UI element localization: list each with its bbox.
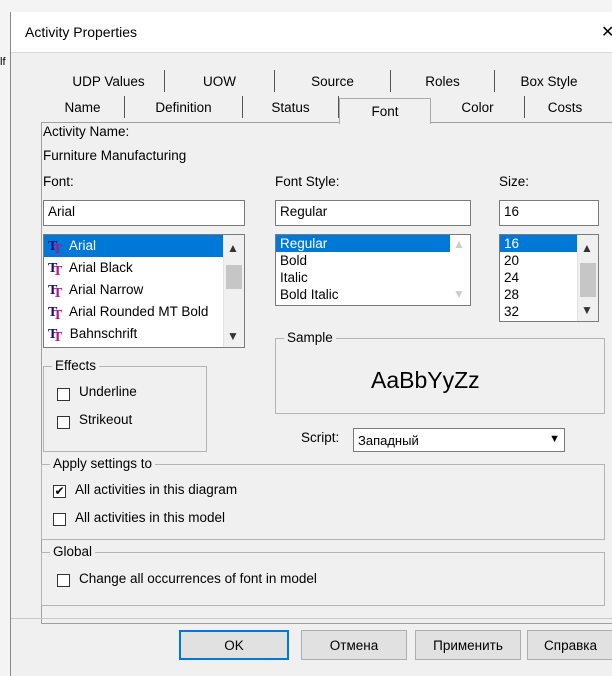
all-activities-model-label: All activities in this model bbox=[75, 510, 226, 525]
sample-text: AaBbYyZz bbox=[371, 367, 480, 393]
strikeout-label: Strikeout bbox=[79, 412, 133, 427]
effects-group: Effects bbox=[43, 358, 207, 452]
scrollbar-thumb[interactable] bbox=[226, 265, 242, 289]
ok-button[interactable]: OK bbox=[179, 630, 289, 660]
font-list-item[interactable]: TT Arial Black bbox=[44, 257, 244, 279]
tab-box-style[interactable]: Box Style bbox=[495, 70, 603, 92]
script-select[interactable]: Западный ▼ bbox=[353, 428, 565, 452]
tab-udp-values[interactable]: UDP Values bbox=[53, 70, 165, 92]
change-all-occurrences-checkbox[interactable] bbox=[57, 574, 70, 587]
font-list-scrollbar[interactable]: ▲ ▼ bbox=[223, 235, 244, 347]
global-label: Global bbox=[50, 544, 96, 559]
truetype-font-icon: TT bbox=[48, 261, 63, 279]
help-button[interactable]: Справка bbox=[527, 630, 612, 660]
apply-settings-label: Apply settings to bbox=[50, 456, 156, 471]
script-value: Западный bbox=[358, 433, 419, 448]
tab-color[interactable]: Color bbox=[431, 96, 525, 118]
dialog-title: Activity Properties bbox=[25, 24, 138, 40]
font-style-item[interactable]: Bold Italic bbox=[276, 286, 470, 303]
font-list-item[interactable]: TT Arial Narrow bbox=[44, 279, 244, 301]
apply-button[interactable]: Применить bbox=[415, 630, 521, 660]
all-activities-model-checkbox[interactable] bbox=[53, 513, 66, 526]
font-style-scrollbar[interactable]: ▲ ▼ bbox=[450, 235, 470, 305]
font-style-item[interactable]: Bold bbox=[276, 252, 470, 269]
activity-properties-dialog: Activity Properties ✕ UDP Values UOW Sou… bbox=[10, 12, 612, 676]
tab-uow[interactable]: UOW bbox=[165, 70, 275, 92]
change-all-occurrences-label: Change all occurrences of font in model bbox=[79, 571, 317, 586]
tab-roles[interactable]: Roles bbox=[391, 70, 495, 92]
font-list-item[interactable]: TT Arial Rounded MT Bold bbox=[44, 301, 244, 323]
size-input[interactable]: 16 bbox=[499, 200, 599, 226]
strikeout-checkbox[interactable] bbox=[57, 416, 70, 429]
font-list-item[interactable]: TT Arial bbox=[44, 235, 244, 257]
truetype-font-icon: TT bbox=[48, 239, 63, 257]
chevron-up-icon[interactable]: ▲ bbox=[581, 241, 593, 255]
all-activities-diagram-label: All activities in this diagram bbox=[75, 482, 238, 497]
chevron-down-icon[interactable]: ▼ bbox=[227, 329, 239, 343]
truetype-font-icon: TT bbox=[48, 283, 63, 301]
truetype-font-icon: TT bbox=[48, 327, 63, 345]
tab-font[interactable]: Font bbox=[339, 98, 431, 124]
truetype-font-icon: TT bbox=[48, 305, 63, 323]
underline-label: Underline bbox=[79, 384, 137, 399]
font-style-item[interactable]: Italic bbox=[276, 269, 470, 286]
chevron-up-icon[interactable]: ▲ bbox=[453, 237, 465, 251]
script-label: Script: bbox=[301, 430, 340, 445]
activity-name-value: Furniture Manufacturing bbox=[43, 148, 187, 163]
tab-definition[interactable]: Definition bbox=[125, 96, 243, 118]
underline-checkbox[interactable] bbox=[57, 388, 70, 401]
tab-name[interactable]: Name bbox=[41, 96, 125, 118]
apply-settings-group: Apply settings to bbox=[41, 456, 605, 540]
size-label: Size: bbox=[499, 174, 530, 189]
font-style-input[interactable]: Regular bbox=[275, 200, 471, 226]
sample-label: Sample bbox=[284, 330, 336, 345]
footer-divider bbox=[11, 618, 612, 619]
font-style-item[interactable]: Regular bbox=[276, 235, 470, 252]
dropdown-arrow-icon[interactable]: ▼ bbox=[549, 433, 560, 445]
effects-label: Effects bbox=[52, 358, 100, 373]
chevron-up-icon[interactable]: ▲ bbox=[227, 241, 239, 255]
activity-name-label: Activity Name: bbox=[43, 124, 130, 139]
font-list[interactable]: TT Arial TT Arial Black TT Arial Narrow … bbox=[43, 234, 245, 348]
font-style-label: Font Style: bbox=[275, 174, 340, 189]
background-left-stub: lf bbox=[0, 56, 6, 68]
size-list[interactable]: 16 20 24 28 32 ▲ ▼ bbox=[499, 234, 599, 322]
close-icon[interactable]: ✕ bbox=[601, 22, 612, 42]
chevron-down-icon[interactable]: ▼ bbox=[453, 287, 465, 301]
font-label: Font: bbox=[43, 174, 74, 189]
size-scrollbar[interactable]: ▲ ▼ bbox=[577, 235, 598, 321]
font-list-item[interactable]: TT Bahnschrift bbox=[44, 323, 244, 345]
font-style-list[interactable]: Regular Bold Italic Bold Italic ▲ ▼ bbox=[275, 234, 471, 306]
all-activities-diagram-checkbox[interactable]: ✔ bbox=[53, 485, 66, 498]
title-bar: Activity Properties ✕ bbox=[11, 12, 612, 53]
cancel-button[interactable]: Отмена bbox=[301, 630, 407, 660]
tab-costs[interactable]: Costs bbox=[525, 96, 605, 118]
tab-source[interactable]: Source bbox=[275, 70, 391, 92]
chevron-down-icon[interactable]: ▼ bbox=[581, 303, 593, 317]
font-name-input[interactable]: Arial bbox=[43, 200, 245, 226]
tab-status[interactable]: Status bbox=[243, 96, 339, 118]
scrollbar-thumb[interactable] bbox=[580, 263, 596, 297]
